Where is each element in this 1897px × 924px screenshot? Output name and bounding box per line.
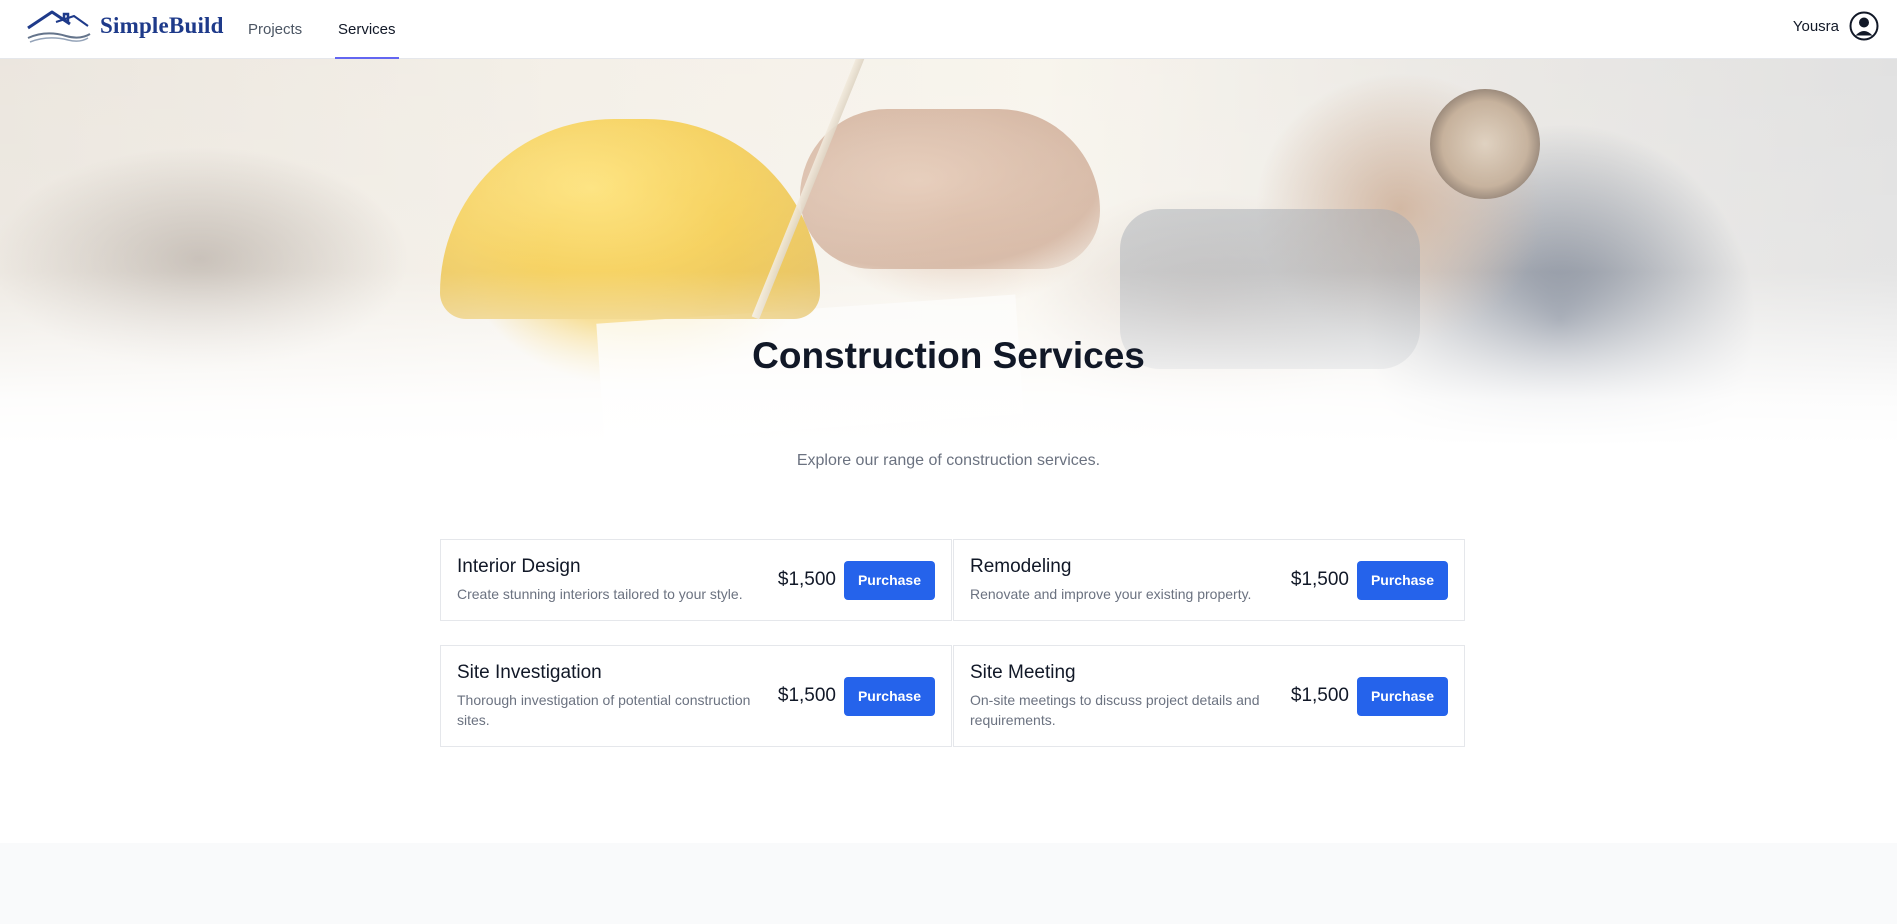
service-description: Create stunning interiors tailored to yo…: [457, 586, 743, 602]
service-description: Renovate and improve your existing prope…: [970, 586, 1252, 602]
service-card-text: Interior Design Create stunning interior…: [457, 556, 778, 604]
services-row: Interior Design Create stunning interior…: [440, 539, 1465, 621]
service-description: On-site meetings to discuss project deta…: [970, 692, 1260, 728]
services-grid: Interior Design Create stunning interior…: [440, 539, 1465, 747]
brand-name: SimpleBuild: [100, 13, 224, 38]
page-footer: [0, 843, 1897, 924]
service-title: Site Investigation: [457, 662, 602, 683]
page-title: Construction Services: [752, 335, 1145, 376]
nav-services[interactable]: Services: [335, 0, 399, 59]
user-circle-icon: [1849, 11, 1879, 41]
service-title: Interior Design: [457, 556, 581, 577]
service-card: Site Meeting On-site meetings to discuss…: [953, 645, 1465, 747]
service-card: Remodeling Renovate and improve your exi…: [953, 539, 1465, 621]
purchase-button[interactable]: Purchase: [844, 560, 935, 600]
services-row: Site Investigation Thorough investigatio…: [440, 645, 1465, 747]
top-navigation-bar: SimpleBuild Projects Services Yousra: [0, 0, 1897, 59]
brand-logo[interactable]: SimpleBuild: [26, 8, 224, 44]
service-price: $1,500: [777, 569, 836, 590]
service-card: Site Investigation Thorough investigatio…: [440, 645, 952, 747]
service-price: $1,500: [1290, 569, 1349, 590]
nav-projects[interactable]: Projects: [248, 0, 302, 59]
page-subtitle: Explore our range of construction servic…: [796, 452, 1101, 469]
purchase-button[interactable]: Purchase: [1357, 560, 1448, 600]
purchase-button[interactable]: Purchase: [1357, 676, 1448, 716]
service-card-text: Remodeling Renovate and improve your exi…: [970, 556, 1291, 604]
service-title: Remodeling: [970, 556, 1072, 577]
service-price: $1,500: [1290, 685, 1349, 706]
service-description: Thorough investigation of potential cons…: [457, 692, 751, 728]
hero-fade-overlay: [0, 59, 1897, 446]
purchase-button[interactable]: Purchase: [844, 676, 935, 716]
hero-banner: [0, 59, 1897, 446]
service-title: Site Meeting: [970, 662, 1076, 683]
service-price: $1,500: [777, 685, 836, 706]
house-roof-logo-icon: [27, 10, 91, 43]
user-menu[interactable]: Yousra: [1793, 11, 1879, 41]
service-card-text: Site Investigation Thorough investigatio…: [457, 662, 778, 730]
service-card-text: Site Meeting On-site meetings to discuss…: [970, 662, 1291, 730]
user-name: Yousra: [1792, 17, 1839, 35]
service-card: Interior Design Create stunning interior…: [440, 539, 952, 621]
